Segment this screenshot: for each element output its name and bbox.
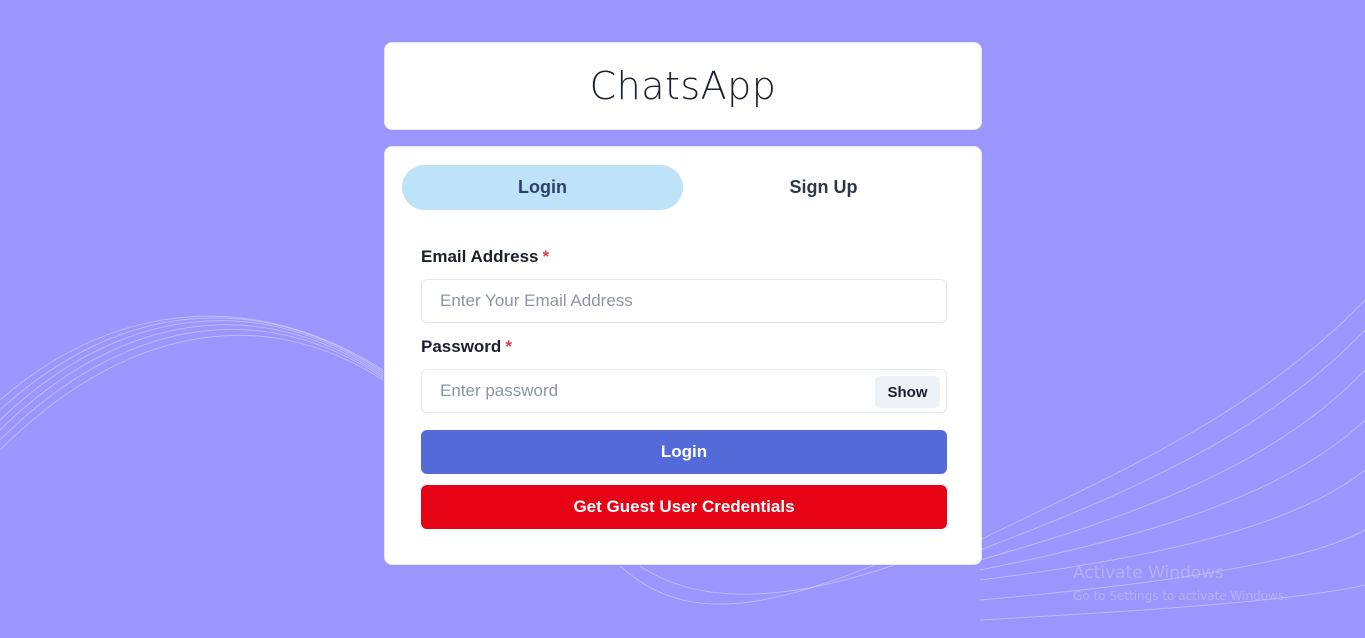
auth-form-card: Login Sign Up Email Address* Password* S… [384,146,982,565]
password-input[interactable] [421,369,947,413]
password-required-mark: * [505,337,512,356]
guest-credentials-button[interactable]: Get Guest User Credentials [421,485,947,529]
show-password-button[interactable]: Show [875,376,940,408]
watermark-subtitle: Go to Settings to activate Windows. [1073,589,1288,603]
app-header-card: ChatsApp [384,42,982,130]
email-required-mark: * [542,247,550,266]
email-label: Email Address * [421,247,549,267]
tab-sign-up[interactable]: Sign Up [683,165,964,210]
login-button[interactable]: Login [421,430,947,474]
password-label: Password * [421,337,512,357]
password-label-text: Password [421,337,502,356]
tab-login[interactable]: Login [402,165,683,210]
app-title: ChatsApp [589,64,777,108]
activate-windows-watermark: Activate Windows Go to Settings to activ… [1073,563,1288,603]
email-input[interactable] [421,279,947,323]
auth-tabs: Login Sign Up [402,165,964,210]
watermark-title: Activate Windows [1073,563,1224,583]
email-label-text: Email Address [421,247,539,266]
